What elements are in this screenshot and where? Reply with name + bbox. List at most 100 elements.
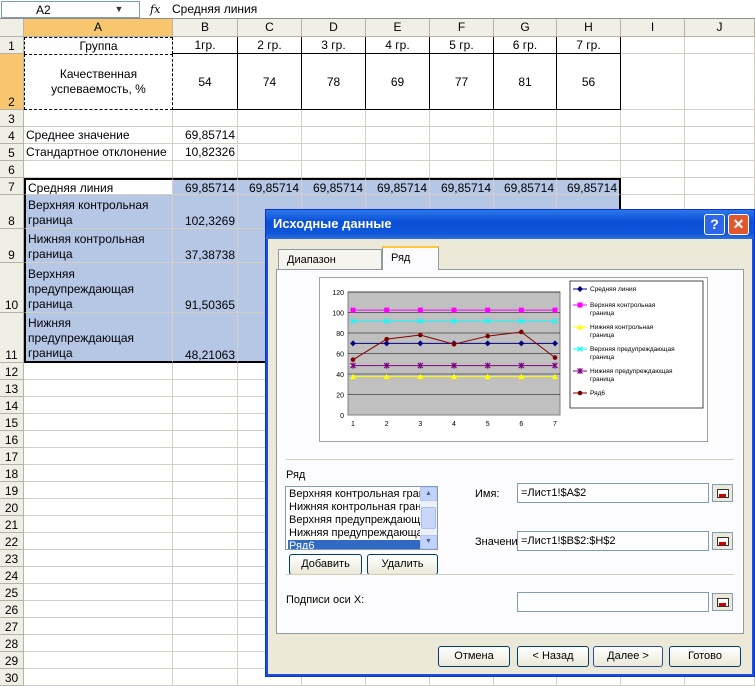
column-header-d[interactable]: D [302, 19, 366, 37]
cell-d6[interactable] [302, 161, 366, 178]
cell-b10[interactable]: 91,50365 [173, 263, 238, 313]
chevron-down-icon[interactable]: ▼ [99, 2, 139, 17]
collapse-dialog-icon[interactable] [712, 484, 733, 502]
cell-i5[interactable] [621, 144, 685, 161]
cell-e3[interactable] [366, 110, 430, 127]
close-button[interactable]: ✕ [728, 214, 749, 235]
cell-i7[interactable] [621, 178, 685, 195]
cell-a7[interactable]: Средняя линия [24, 178, 173, 195]
finish-button[interactable]: Готово [669, 646, 741, 667]
row-header-8[interactable]: 8 [0, 195, 24, 229]
cell-a13[interactable] [24, 380, 173, 397]
cancel-button[interactable]: Отмена [438, 646, 510, 667]
row-header-5[interactable]: 5 [0, 144, 24, 161]
cell-j2[interactable] [685, 54, 755, 110]
cell-a28[interactable] [24, 635, 173, 652]
cell-j6[interactable] [685, 161, 755, 178]
series-listbox[interactable]: Верхняя контрольная граница Нижняя контр… [285, 486, 438, 550]
cell-g5[interactable] [494, 144, 557, 161]
row-header-11[interactable]: 11 [0, 313, 24, 363]
cell-c7[interactable]: 69,85714 [238, 178, 302, 195]
row-header-3[interactable]: 3 [0, 110, 24, 127]
row-header-7[interactable]: 7 [0, 178, 24, 195]
cell-a10[interactable]: Верхняя предупреждающая граница [24, 263, 173, 313]
cell-h4[interactable] [557, 127, 621, 144]
cell-b30[interactable] [173, 669, 238, 686]
row-header-10[interactable]: 10 [0, 263, 24, 313]
cell-b16[interactable] [173, 431, 238, 448]
cell-b25[interactable] [173, 584, 238, 601]
row-header-14[interactable]: 14 [0, 397, 24, 414]
cell-b8[interactable]: 102,3269 [173, 195, 238, 229]
column-header-e[interactable]: E [366, 19, 430, 37]
row-header-21[interactable]: 21 [0, 516, 24, 533]
cell-h6[interactable] [557, 161, 621, 178]
cell-a16[interactable] [24, 431, 173, 448]
row-header-9[interactable]: 9 [0, 229, 24, 263]
cell-h3[interactable] [557, 110, 621, 127]
column-header-a[interactable]: A [24, 19, 173, 37]
cell-g1[interactable]: 6 гр. [494, 37, 557, 54]
cell-a30[interactable] [24, 669, 173, 686]
row-header-24[interactable]: 24 [0, 567, 24, 584]
cell-b19[interactable] [173, 482, 238, 499]
row-header-26[interactable]: 26 [0, 601, 24, 618]
scroll-down-icon[interactable]: ▼ [420, 535, 437, 549]
list-item[interactable]: Нижняя предупреждающая граница [288, 527, 421, 540]
list-item[interactable]: Верхняя контрольная граница [288, 488, 421, 501]
row-header-6[interactable]: 6 [0, 161, 24, 178]
row-header-30[interactable]: 30 [0, 669, 24, 686]
cell-b5[interactable]: 10,82326 [173, 144, 238, 161]
cell-d4[interactable] [302, 127, 366, 144]
row-header-29[interactable]: 29 [0, 652, 24, 669]
row-header-18[interactable]: 18 [0, 465, 24, 482]
dialog-titlebar[interactable]: Исходные данные ? ✕ [266, 210, 754, 239]
cell-b4[interactable]: 69,85714 [173, 127, 238, 144]
help-button[interactable]: ? [704, 214, 725, 235]
cell-f3[interactable] [430, 110, 494, 127]
cell-a12[interactable] [24, 363, 173, 380]
cell-a20[interactable] [24, 499, 173, 516]
cell-b1[interactable]: 1гр. [173, 37, 238, 54]
cell-a9[interactable]: Нижняя контрольная граница [24, 229, 173, 263]
scroll-thumb[interactable] [421, 507, 436, 529]
cell-b27[interactable] [173, 618, 238, 635]
cell-g4[interactable] [494, 127, 557, 144]
cell-a14[interactable] [24, 397, 173, 414]
cell-d7[interactable]: 69,85714 [302, 178, 366, 195]
cell-h1[interactable]: 7 гр. [557, 37, 621, 54]
cell-b12[interactable] [173, 363, 238, 380]
next-button[interactable]: Далее > [593, 646, 663, 667]
cell-f1[interactable]: 5 гр. [430, 37, 494, 54]
tab-series[interactable]: Ряд [382, 246, 439, 270]
row-header-4[interactable]: 4 [0, 127, 24, 144]
row-header-23[interactable]: 23 [0, 550, 24, 567]
cell-f5[interactable] [430, 144, 494, 161]
cell-b9[interactable]: 37,38738 [173, 229, 238, 263]
cell-i6[interactable] [621, 161, 685, 178]
cell-b2[interactable]: 54 [173, 54, 238, 110]
cell-g7[interactable]: 69,85714 [494, 178, 557, 195]
cell-a24[interactable] [24, 567, 173, 584]
row-header-22[interactable]: 22 [0, 533, 24, 550]
formula-input[interactable]: Средняя линия [172, 2, 257, 16]
row-header-15[interactable]: 15 [0, 414, 24, 431]
back-button[interactable]: < Назад [517, 646, 589, 667]
row-header-25[interactable]: 25 [0, 584, 24, 601]
cell-b18[interactable] [173, 465, 238, 482]
column-header-g[interactable]: G [494, 19, 557, 37]
cell-c4[interactable] [238, 127, 302, 144]
cell-d5[interactable] [302, 144, 366, 161]
cell-b23[interactable] [173, 550, 238, 567]
cell-a27[interactable] [24, 618, 173, 635]
cell-i3[interactable] [621, 110, 685, 127]
cell-d1[interactable]: 3 гр. [302, 37, 366, 54]
cell-h7[interactable]: 69,85714 [557, 178, 621, 195]
cell-b13[interactable] [173, 380, 238, 397]
cell-j3[interactable] [685, 110, 755, 127]
cell-g3[interactable] [494, 110, 557, 127]
cell-b28[interactable] [173, 635, 238, 652]
cell-a6[interactable] [24, 161, 173, 178]
cell-b14[interactable] [173, 397, 238, 414]
cell-b22[interactable] [173, 533, 238, 550]
